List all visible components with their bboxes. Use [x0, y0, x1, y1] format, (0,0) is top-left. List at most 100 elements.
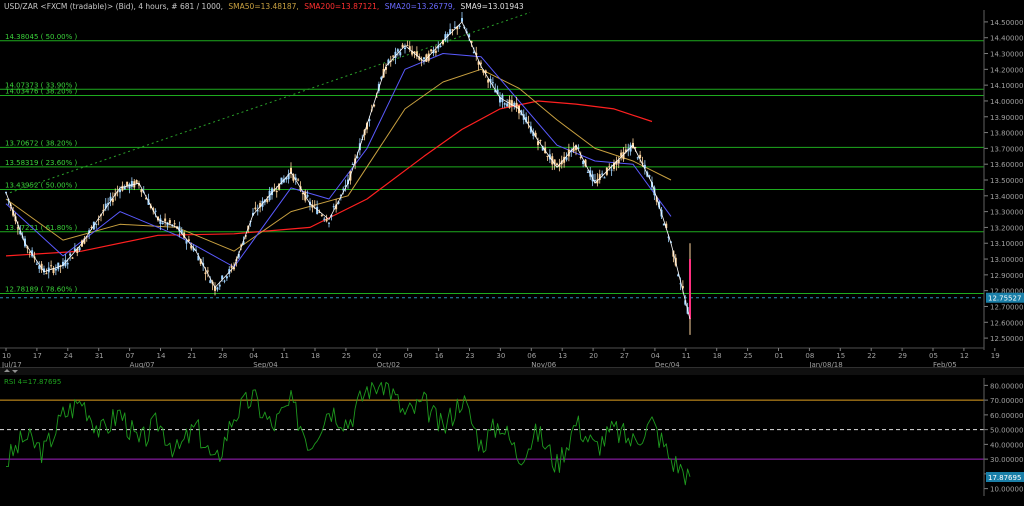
chart-svg[interactable]: USD/ZAR <FXCM (tradable)> (Bid), 4 hours…: [0, 0, 1024, 502]
price-tick-label: 13.50000: [990, 177, 1023, 185]
candle-body: [351, 163, 354, 165]
time-tick-label: 15: [836, 352, 845, 360]
price-tick-label: 13.90000: [990, 114, 1023, 122]
candle-body: [399, 52, 402, 56]
candle-body: [71, 257, 74, 259]
header-sma20: SMA20=13.26779,: [385, 2, 455, 11]
time-tick-label: 04: [651, 352, 660, 360]
price-tick-label: 13.40000: [990, 193, 1023, 201]
price-tick-label: 13.30000: [990, 209, 1023, 217]
time-tick-label: 06: [527, 352, 536, 360]
candle-body: [439, 45, 442, 47]
rsi-tick-label: 30.00000: [990, 456, 1023, 464]
candle-body: [225, 276, 228, 279]
candle-body: [35, 263, 38, 265]
fib-level-label: 14.03476 ( 38.20% ): [5, 87, 77, 95]
time-tick-label: 01: [775, 352, 784, 360]
time-tick-label: 05: [929, 352, 938, 360]
candle-body: [126, 181, 129, 186]
time-tick-label: 14: [157, 352, 166, 360]
candle-body: [325, 219, 328, 222]
chart-header: USD/ZAR <FXCM (tradable)> (Bid), 4 hours…: [4, 2, 524, 11]
candle-body: [95, 223, 98, 225]
candle-body: [579, 156, 582, 158]
time-tick-label: 30: [496, 352, 505, 360]
price-tick-label: 13.20000: [990, 224, 1023, 232]
candle-body: [610, 169, 613, 171]
rsi-tick-label: 60.00000: [990, 412, 1023, 420]
candle-body: [266, 199, 269, 203]
candle-body: [608, 166, 611, 168]
time-tick-label: 23: [466, 352, 475, 360]
candle-body: [423, 57, 425, 60]
price-tick-label: 14.40000: [990, 35, 1023, 43]
candle-body: [164, 218, 167, 222]
candle-body: [135, 180, 138, 184]
candle-body: [154, 210, 157, 212]
candle-body: [565, 157, 568, 160]
time-tick-label: 29: [898, 352, 907, 360]
time-tick-label: 10: [2, 352, 11, 360]
candle-body: [320, 214, 323, 216]
fib-level-label: 14.38045 ( 50.00% ): [5, 33, 77, 41]
fib-level-label: 12.78189 ( 78.60% ): [5, 286, 77, 294]
candle-body: [404, 47, 406, 50]
candle-body: [480, 62, 482, 64]
candle-body: [128, 184, 131, 189]
candle-body: [527, 121, 530, 123]
candle-body: [689, 259, 691, 320]
candle-body: [323, 218, 326, 220]
chart-window: USD/ZAR <FXCM (tradable)> (Bid), 4 hours…: [0, 0, 1024, 502]
price-tick-label: 14.50000: [990, 19, 1023, 27]
fib-level-label: 13.43952 ( 50.00% ): [5, 182, 77, 190]
fib-level-label: 13.70672 ( 38.20% ): [5, 139, 77, 147]
candle-body: [620, 152, 623, 156]
time-tick-label: 24: [64, 352, 73, 360]
price-tick-label: 13.10000: [990, 240, 1023, 248]
time-tick-label: 20: [589, 352, 598, 360]
rsi-last-value-label: 17.87695: [988, 474, 1021, 482]
rsi-label: RSI 4=17.87695: [4, 378, 61, 386]
panel-splitter[interactable]: [0, 368, 1024, 375]
time-tick-label: 13: [558, 352, 567, 360]
candle-body: [223, 280, 226, 282]
candle-body: [66, 263, 69, 265]
price-tick-label: 12.60000: [990, 319, 1023, 327]
candle-body: [332, 206, 335, 208]
time-tick-label: 07: [126, 352, 135, 360]
time-tick-label: 08: [805, 352, 814, 360]
candle-body: [204, 272, 207, 275]
candle-body: [69, 253, 72, 256]
candle-body: [50, 265, 53, 267]
candle-body: [328, 222, 330, 224]
candle-body: [601, 173, 604, 175]
candle-body: [130, 181, 133, 187]
candle-body: [556, 163, 558, 165]
candle-body: [313, 204, 316, 206]
candle-body: [461, 18, 463, 22]
candle-body: [45, 273, 48, 275]
time-tick-label: 22: [867, 352, 876, 360]
candle-body: [185, 240, 188, 244]
price-tick-label: 12.90000: [990, 272, 1023, 280]
rsi-tick-label: 80.00000: [990, 382, 1023, 390]
time-tick-label: 17: [33, 352, 42, 360]
candle-body: [121, 185, 124, 191]
time-tick-label: 02: [373, 352, 382, 360]
candle-body: [546, 155, 549, 157]
last-price-label: 12.75527: [988, 295, 1021, 303]
candle-body: [206, 270, 209, 272]
time-tick-label: 31: [95, 352, 104, 360]
candle-body: [16, 227, 19, 229]
time-tick-label: 27: [620, 352, 629, 360]
header-symbol: USD/ZAR <FXCM (tradable)> (Bid), 4 hours…: [4, 2, 223, 11]
candle-body: [503, 103, 506, 105]
candle-body: [218, 284, 221, 287]
header-sma50: SMA50=13.48187,: [228, 2, 298, 11]
candle-body: [57, 262, 60, 270]
price-tick-label: 14.10000: [990, 82, 1023, 90]
time-tick-label: 18: [713, 352, 722, 360]
price-tick-label: 12.50000: [990, 335, 1023, 343]
rsi-tick-label: 50.00000: [990, 427, 1023, 435]
price-tick-label: 13.60000: [990, 161, 1023, 169]
